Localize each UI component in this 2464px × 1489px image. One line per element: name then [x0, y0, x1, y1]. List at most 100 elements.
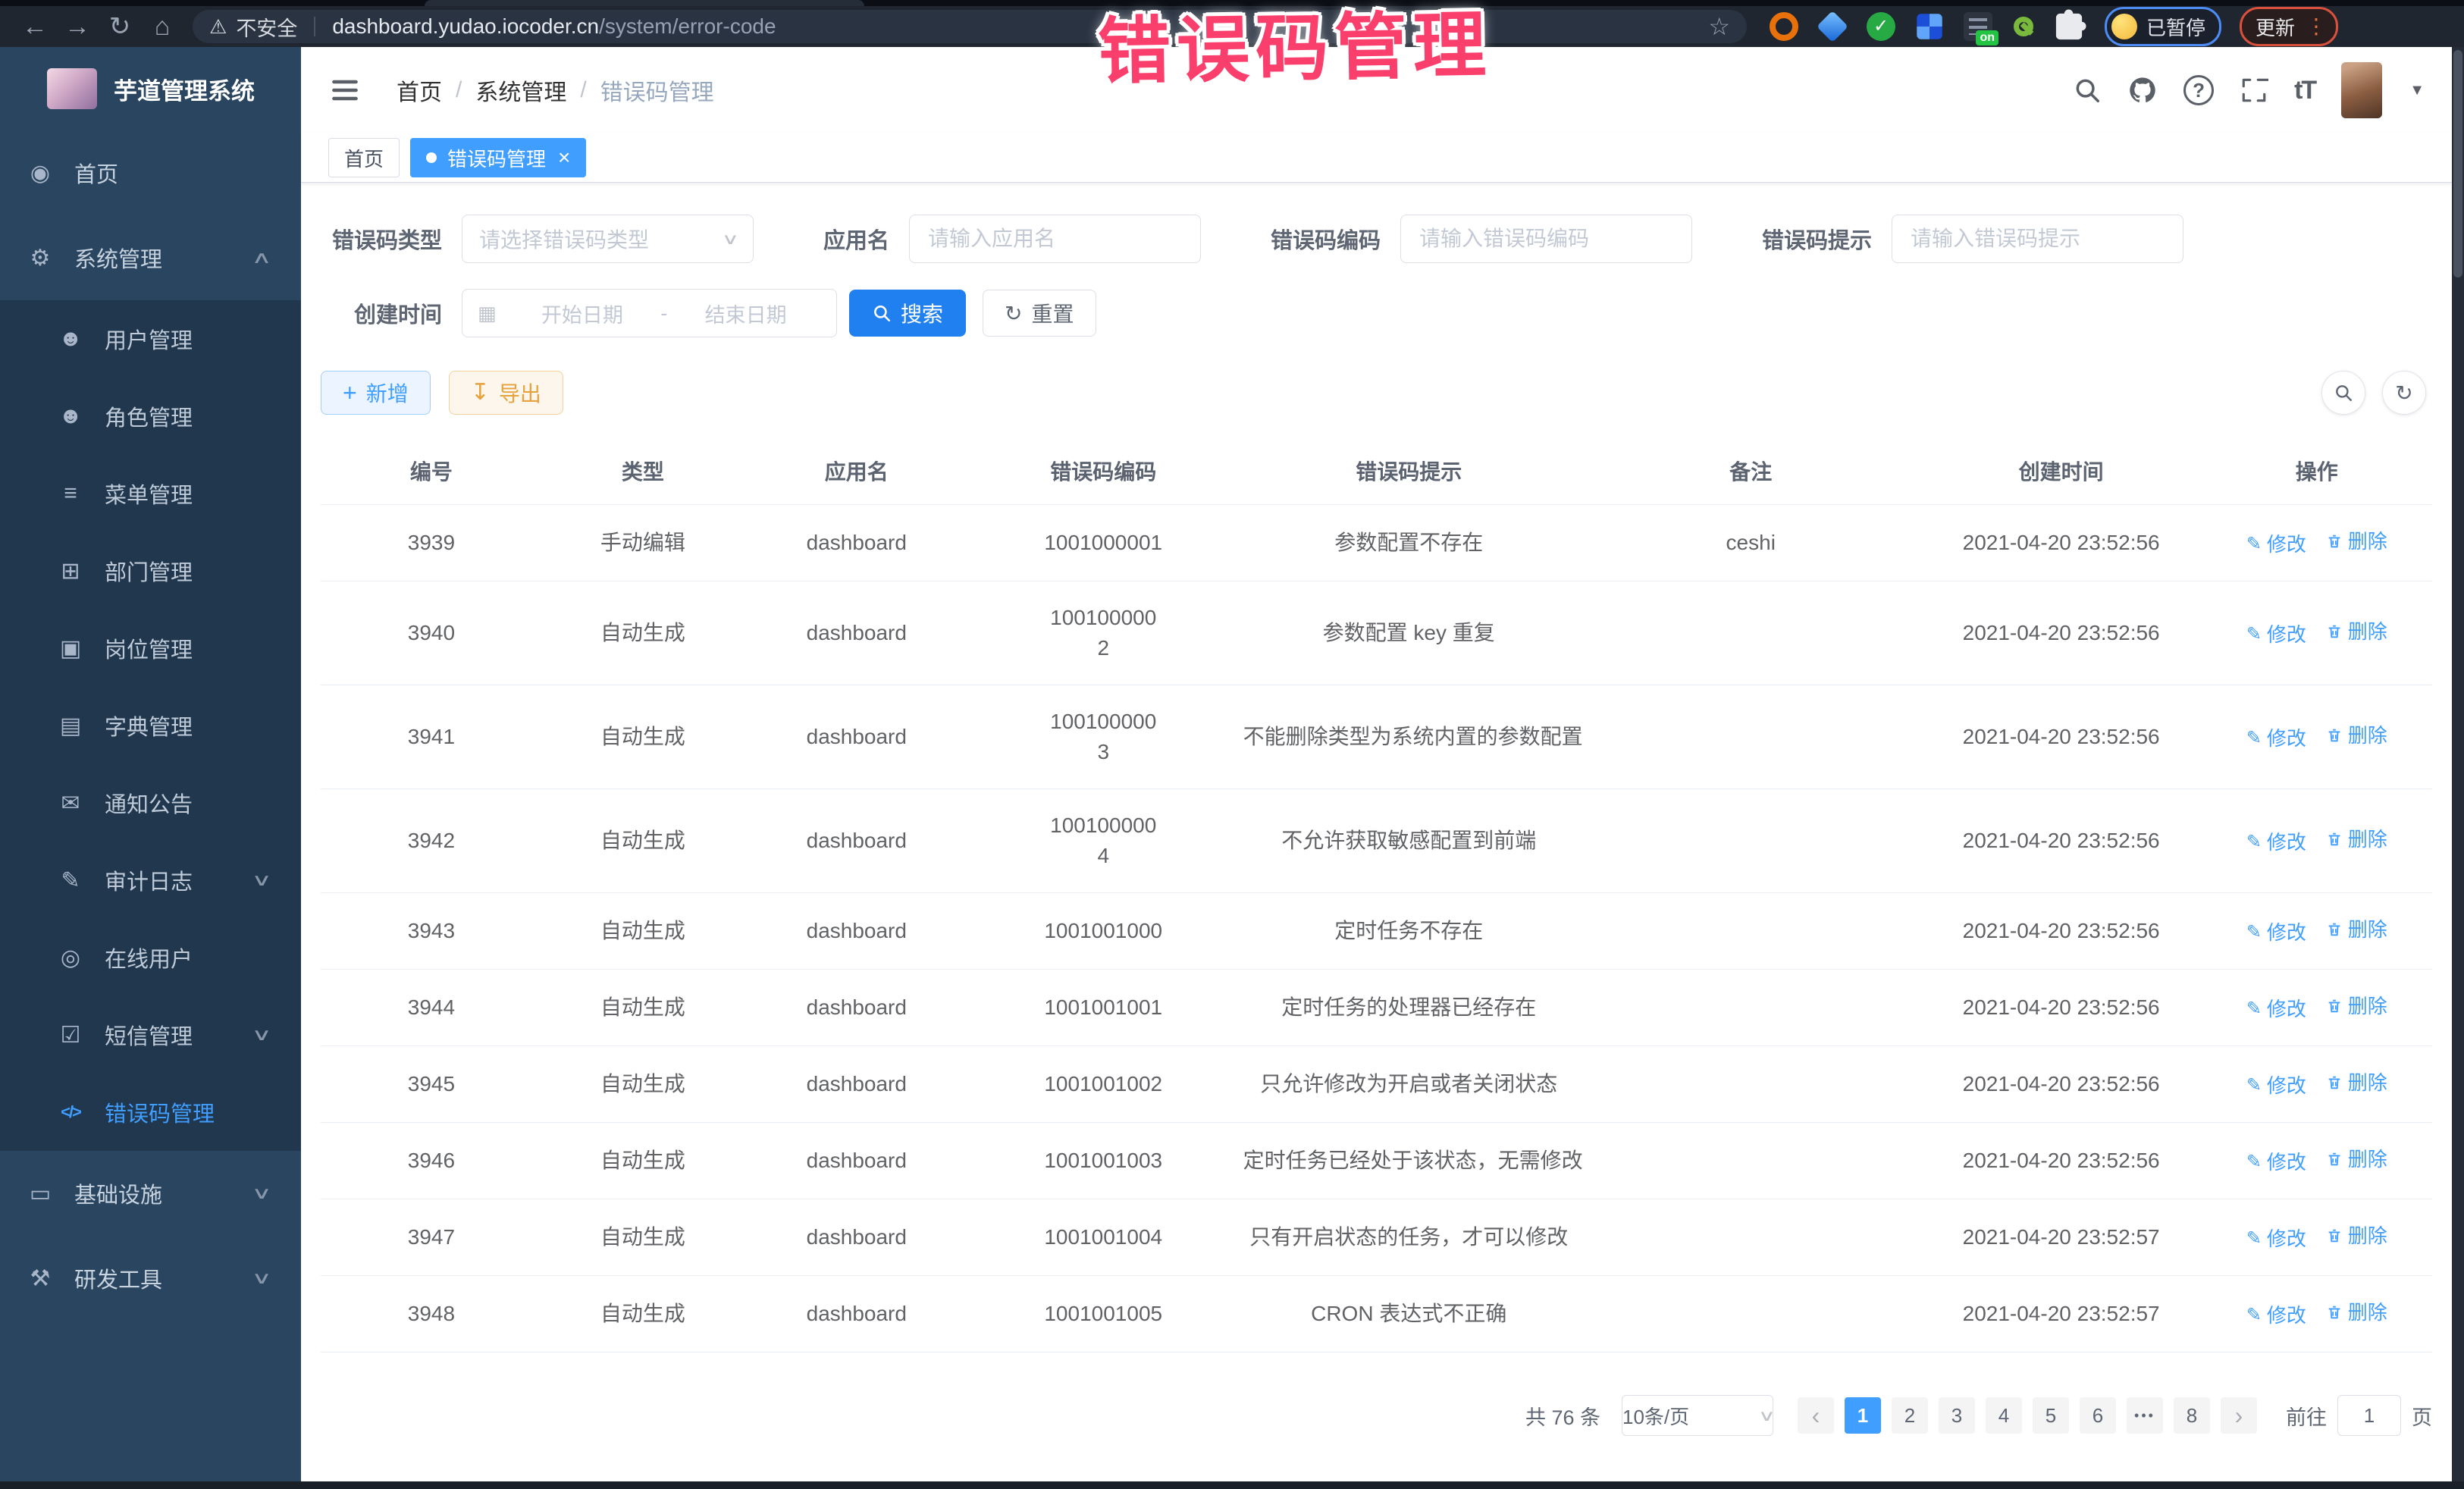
- delete-link[interactable]: 删除: [2326, 1067, 2387, 1098]
- sidebar-menu-item[interactable]: ⚙ 系统管理 ∧: [0, 215, 301, 300]
- sidebar-menu-item[interactable]: ▭ 基础设施 ∨: [0, 1151, 301, 1236]
- sidebar-menu-item[interactable]: ✉ 通知公告: [0, 764, 301, 842]
- bookmark-star-icon[interactable]: ☆: [1708, 12, 1730, 41]
- error-hint-input[interactable]: [1909, 226, 2166, 252]
- sidebar-menu-item[interactable]: ☑ 短信管理 ∨: [0, 996, 301, 1074]
- page-button[interactable]: 8: [2174, 1397, 2210, 1434]
- pencil-icon: ✎: [2246, 917, 2262, 948]
- user-avatar[interactable]: [2341, 62, 2382, 118]
- refresh-table-button[interactable]: ↻: [2382, 371, 2426, 415]
- search-button[interactable]: 搜索: [849, 290, 966, 337]
- sidebar-menu-item[interactable]: ☻ 角色管理: [0, 378, 301, 455]
- github-icon[interactable]: [2127, 75, 2158, 105]
- date-range-picker[interactable]: ▦ 开始日期 - 结束日期: [462, 289, 837, 337]
- back-icon[interactable]: ←: [14, 12, 56, 42]
- goto-page-input[interactable]: [2337, 1395, 2401, 1436]
- scrollbar-thumb[interactable]: [2453, 50, 2462, 277]
- error-type-placeholder: 请选择错误码类型: [479, 224, 649, 254]
- filter-hint-label: 错误码提示: [1762, 223, 1872, 255]
- tab-error-code[interactable]: 错误码管理 ×: [410, 138, 586, 177]
- prev-page-button[interactable]: ‹: [1798, 1397, 1834, 1434]
- delete-link[interactable]: 删除: [2326, 914, 2387, 945]
- sidebar-menu-item[interactable]: ⊞ 部门管理: [0, 532, 301, 610]
- page-button[interactable]: 1: [1845, 1397, 1881, 1434]
- error-code-input[interactable]: [1418, 226, 1675, 252]
- close-icon[interactable]: ×: [558, 147, 570, 168]
- extension-key-icon[interactable]: [2014, 17, 2033, 36]
- delete-link[interactable]: 删除: [2326, 616, 2387, 647]
- forward-icon[interactable]: →: [56, 12, 99, 42]
- fullscreen-icon[interactable]: [2240, 76, 2268, 105]
- help-icon[interactable]: ?: [2183, 75, 2214, 105]
- chevron-icon: ∨: [251, 1183, 271, 1203]
- page-button[interactable]: 5: [2033, 1397, 2069, 1434]
- edit-link[interactable]: ✎ 修改: [2246, 994, 2306, 1024]
- delete-link[interactable]: 删除: [2326, 1221, 2387, 1251]
- breadcrumb-separator: /: [580, 77, 586, 103]
- export-button[interactable]: ↧ 导出: [449, 371, 563, 415]
- extension-gem-icon[interactable]: [1817, 11, 1848, 42]
- font-size-icon[interactable]: tT: [2294, 76, 2315, 105]
- delete-link[interactable]: 删除: [2326, 824, 2387, 854]
- avatar-caret-icon[interactable]: ▼: [2409, 82, 2425, 99]
- sidebar-menu-item[interactable]: ✎ 审计日志 ∨: [0, 842, 301, 919]
- tab-home[interactable]: 首页: [328, 138, 400, 177]
- add-button[interactable]: + 新增: [321, 371, 431, 415]
- delete-link[interactable]: 删除: [2326, 1144, 2387, 1174]
- extension-list-icon[interactable]: on: [1964, 12, 1992, 41]
- home-icon[interactable]: ⌂: [141, 12, 183, 42]
- app-name-input[interactable]: [926, 226, 1183, 252]
- edit-link[interactable]: ✎ 修改: [2246, 1300, 2306, 1331]
- extension-check-icon[interactable]: ✓: [1867, 12, 1895, 41]
- edit-link[interactable]: ✎ 修改: [2246, 1224, 2306, 1254]
- app-logo[interactable]: 芋道管理系统: [0, 47, 301, 130]
- delete-link[interactable]: 删除: [2326, 720, 2387, 751]
- browser-update-button[interactable]: 更新 ⋮: [2240, 7, 2338, 46]
- sidebar-menu-item[interactable]: </​> 错误码管理: [0, 1074, 301, 1151]
- extension-ring-icon[interactable]: [1770, 12, 1798, 41]
- edit-link[interactable]: ✎ 修改: [2246, 917, 2306, 948]
- trash-icon: [2326, 623, 2343, 640]
- sidebar-menu-item[interactable]: ⚒ 研发工具 ∨: [0, 1236, 301, 1321]
- error-type-select[interactable]: 请选择错误码类型 ∨: [462, 215, 754, 263]
- kebab-menu-icon[interactable]: ⋮: [2306, 16, 2327, 37]
- edit-link[interactable]: ✎ 修改: [2246, 619, 2306, 650]
- breadcrumb-home[interactable]: 首页: [397, 74, 442, 107]
- page-button[interactable]: 4: [1986, 1397, 2022, 1434]
- toggle-search-button[interactable]: [2321, 371, 2365, 415]
- breadcrumb-system[interactable]: 系统管理: [475, 74, 566, 107]
- hamburger-icon[interactable]: [328, 74, 362, 107]
- sidebar-menu-item[interactable]: ▤ 字典管理: [0, 687, 301, 764]
- more-pages-button[interactable]: •••: [2127, 1397, 2163, 1434]
- cell-created: 2021-04-20 23:52:56: [1921, 685, 2202, 789]
- next-page-button[interactable]: ›: [2221, 1397, 2257, 1434]
- edit-link[interactable]: ✎ 修改: [2246, 723, 2306, 754]
- sidebar-menu-item[interactable]: ▣ 岗位管理: [0, 610, 301, 687]
- edit-link[interactable]: ✎ 修改: [2246, 1147, 2306, 1177]
- page-button[interactable]: 3: [1939, 1397, 1975, 1434]
- cell-id: 3942: [321, 789, 542, 893]
- edit-link[interactable]: ✎ 修改: [2246, 529, 2306, 560]
- browser-active-tab[interactable]: [425, 0, 864, 6]
- search-icon[interactable]: [2073, 76, 2102, 105]
- page-button[interactable]: 6: [2080, 1397, 2116, 1434]
- sidebar-submenu-system: ☻ 用户管理 ☻ 角色管理 ≡ 菜单管理 ⊞ 部门管理 ▣ 岗位管理 ▤ 字典管…: [0, 300, 301, 1151]
- extensions-puzzle-icon[interactable]: [2056, 14, 2082, 39]
- sidebar-menu-item[interactable]: ☻ 用户管理: [0, 300, 301, 378]
- reset-button[interactable]: ↻ 重置: [983, 290, 1096, 337]
- edit-link[interactable]: ✎ 修改: [2246, 1071, 2306, 1101]
- extension-grid-icon[interactable]: [1917, 14, 1942, 39]
- page-button[interactable]: 2: [1892, 1397, 1928, 1434]
- sidebar-menu-item[interactable]: ◉ 首页: [0, 130, 301, 215]
- page-size-select[interactable]: 10条/页 ∨: [1622, 1395, 1773, 1436]
- delete-link[interactable]: 删除: [2326, 1297, 2387, 1328]
- delete-link[interactable]: 删除: [2326, 526, 2387, 556]
- reload-icon[interactable]: ↻: [99, 11, 141, 42]
- sidebar-menu-item[interactable]: ≡ 菜单管理: [0, 455, 301, 532]
- page-scrollbar[interactable]: [2452, 47, 2464, 1481]
- sidebar-menu-item[interactable]: ◎ 在线用户: [0, 919, 301, 996]
- edit-link[interactable]: ✎ 修改: [2246, 827, 2306, 857]
- address-bar[interactable]: ⚠ 不安全 dashboard.yudao.iocoder.cn /system…: [193, 10, 1747, 43]
- browser-profile-chip[interactable]: 已暂停: [2105, 7, 2221, 46]
- delete-link[interactable]: 删除: [2326, 991, 2387, 1021]
